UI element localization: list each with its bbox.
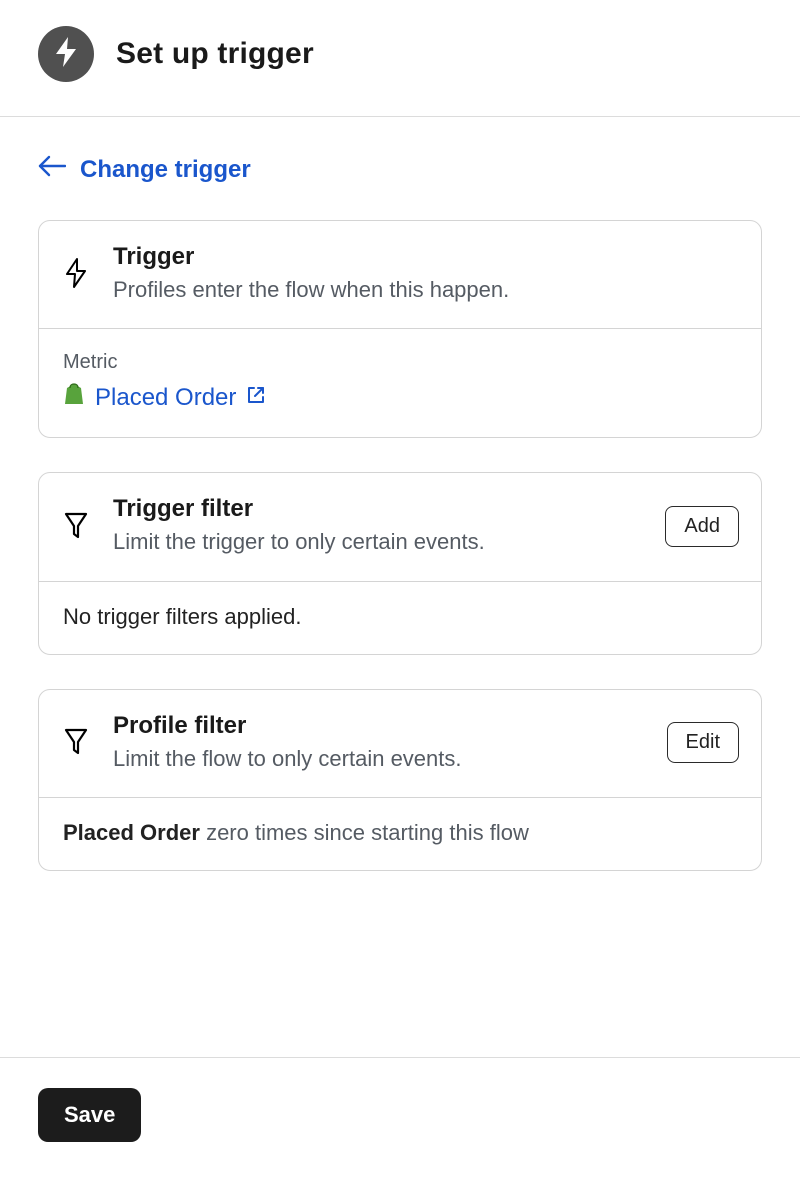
trigger-card-header: Trigger Profiles enter the flow when thi… xyxy=(39,221,761,328)
external-link-icon xyxy=(246,384,266,412)
profile-filter-body-bold: Placed Order xyxy=(63,820,200,845)
bolt-icon xyxy=(54,37,78,72)
trigger-filter-title: Trigger filter xyxy=(113,495,643,524)
main-content: Change trigger Trigger Profiles enter th… xyxy=(0,117,800,1057)
trigger-filter-body: No trigger filters applied. xyxy=(39,581,761,654)
metric-link[interactable]: Placed Order xyxy=(63,382,266,413)
bolt-icon xyxy=(65,258,87,293)
trigger-card-subtitle: Profiles enter the flow when this happen… xyxy=(113,276,739,305)
filter-icon xyxy=(64,728,88,761)
add-button[interactable]: Add xyxy=(665,506,739,547)
trigger-filter-card: Trigger filter Limit the trigger to only… xyxy=(38,472,762,654)
page-title: Set up trigger xyxy=(116,37,314,71)
trigger-filter-header: Trigger filter Limit the trigger to only… xyxy=(39,473,761,580)
shopify-icon xyxy=(63,382,85,413)
back-link-change-trigger[interactable]: Change trigger xyxy=(38,153,251,220)
footer: Save xyxy=(0,1058,800,1182)
trigger-filter-body-text: No trigger filters applied. xyxy=(63,604,737,630)
profile-filter-title: Profile filter xyxy=(113,712,645,741)
save-button[interactable]: Save xyxy=(38,1088,141,1142)
profile-filter-body: Placed Order zero times since starting t… xyxy=(39,797,761,870)
bolt-icon-circle xyxy=(38,26,94,82)
profile-filter-body-rest: zero times since starting this flow xyxy=(200,820,529,845)
trigger-card-body: Metric Placed Order xyxy=(39,328,761,437)
edit-button[interactable]: Edit xyxy=(667,722,739,763)
profile-filter-card: Profile filter Limit the flow to only ce… xyxy=(38,689,762,871)
page-header: Set up trigger xyxy=(0,0,800,116)
metric-label: Metric xyxy=(63,351,737,374)
filter-icon xyxy=(64,512,88,545)
back-link-label: Change trigger xyxy=(80,156,251,184)
trigger-card: Trigger Profiles enter the flow when thi… xyxy=(38,220,762,438)
arrow-left-icon xyxy=(38,155,66,184)
profile-filter-subtitle: Limit the flow to only certain events. xyxy=(113,745,645,774)
trigger-card-title: Trigger xyxy=(113,243,739,272)
profile-filter-header: Profile filter Limit the flow to only ce… xyxy=(39,690,761,797)
trigger-filter-subtitle: Limit the trigger to only certain events… xyxy=(113,528,643,557)
metric-value-text: Placed Order xyxy=(95,384,236,412)
